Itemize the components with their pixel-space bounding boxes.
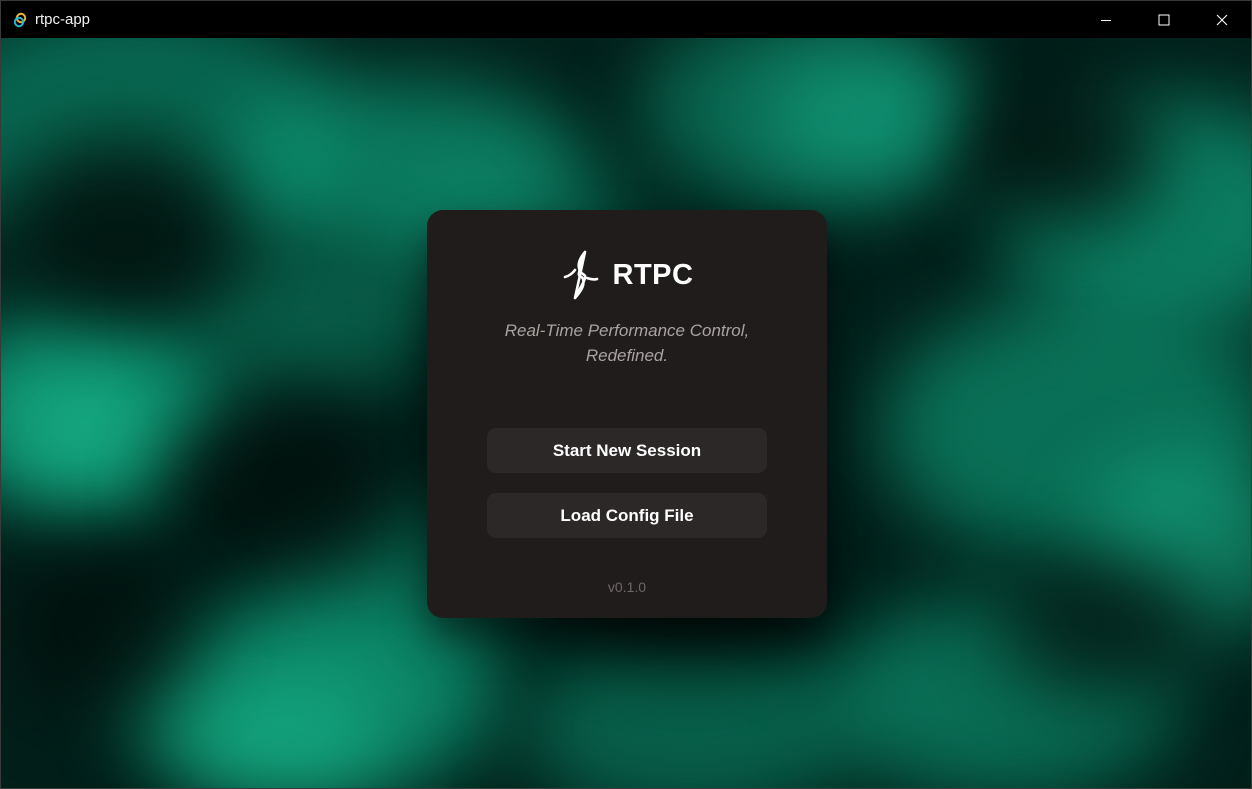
window-title: rtpc-app [35, 11, 91, 28]
brand-header: RTPC [427, 248, 827, 302]
load-config-file-button[interactable]: Load Config File [487, 493, 767, 538]
window-controls [1077, 1, 1251, 38]
tagline-line-2: Redefined. [585, 346, 669, 365]
welcome-card: RTPC Real-Time Performance Control, Rede… [427, 210, 827, 618]
minimize-button[interactable] [1077, 1, 1135, 38]
minimize-icon [1101, 19, 1111, 21]
close-button[interactable] [1193, 1, 1251, 38]
tagline: Real-Time Performance Control, Redefined… [487, 318, 767, 368]
tagline-line-1: Real-Time Performance Control, [504, 321, 750, 340]
title-bar[interactable]: rtpc-app [1, 1, 1251, 38]
version-label: v0.1.0 [607, 579, 647, 595]
maximize-icon [1158, 14, 1170, 25]
maximize-button[interactable] [1135, 1, 1193, 38]
app-window: rtpc-app RTPC Real-Time Performance Cont… [0, 0, 1252, 789]
close-icon [1216, 14, 1228, 25]
start-new-session-button[interactable]: Start New Session [487, 428, 767, 473]
app-icon [12, 12, 28, 28]
rtpc-logo-icon [563, 250, 598, 300]
brand-name: RTPC [612, 258, 694, 291]
